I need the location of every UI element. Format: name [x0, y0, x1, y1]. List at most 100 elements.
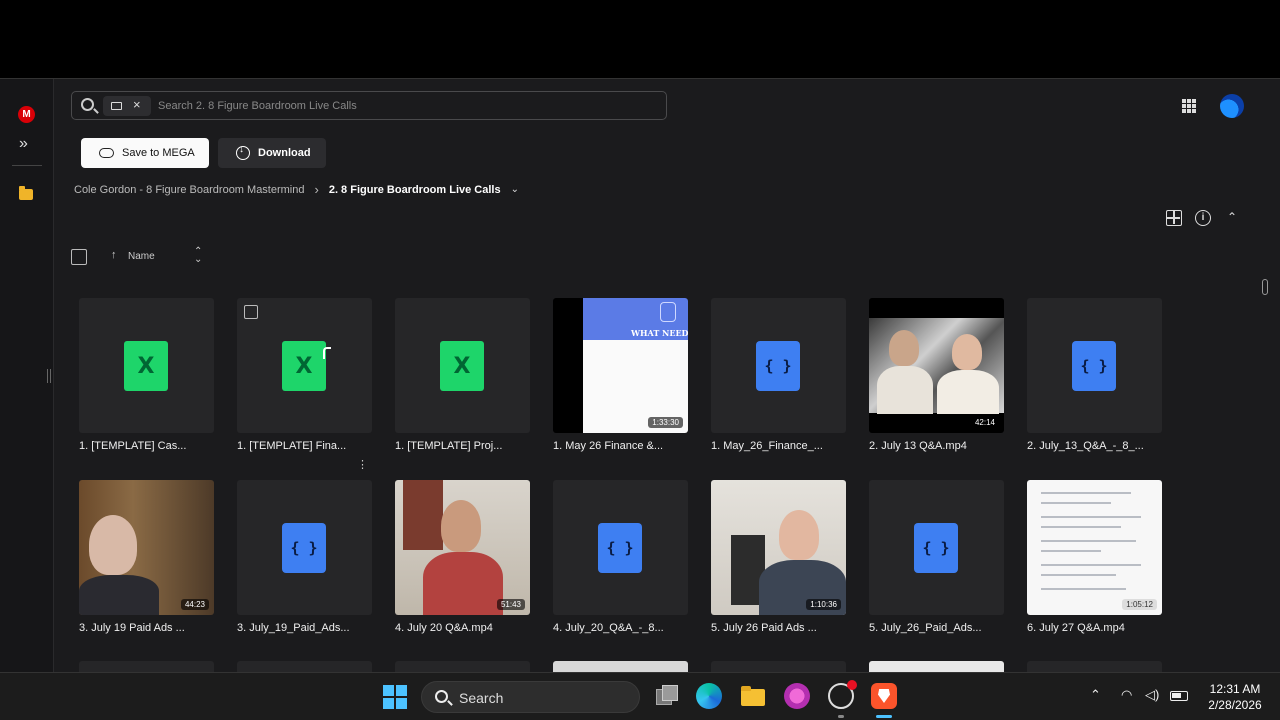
windows-taskbar: Search ⌃ ◠ ◁) 12:31 AM 2/28/2026	[0, 672, 1280, 720]
person-image	[952, 334, 982, 370]
file-thumbnail: { }	[711, 298, 846, 433]
sort-label[interactable]: Name	[128, 251, 155, 262]
thumbnail-text: WHAT NEED	[631, 328, 688, 338]
select-all-checkbox[interactable]	[71, 249, 87, 265]
chevron-down-icon[interactable]: ⌄	[511, 184, 519, 195]
person-image	[779, 510, 819, 560]
video-duration: 44:23	[180, 599, 209, 610]
active-app-indicator	[876, 715, 892, 718]
person-image	[89, 515, 137, 575]
sidebar-resize-handle[interactable]	[47, 369, 51, 383]
person-image	[441, 500, 481, 552]
taskbar-search[interactable]: Search	[421, 681, 640, 713]
file-tile-partial[interactable]	[237, 661, 372, 672]
file-explorer-icon[interactable]	[740, 683, 766, 709]
video-duration: 42:14	[970, 417, 999, 428]
clock-time: 12:31 AM	[1209, 682, 1261, 696]
file-tile[interactable]: 44:23 3. July 19 Paid Ads ...	[79, 480, 214, 634]
file-tile[interactable]: { } 5. July_26_Paid_Ads...	[869, 480, 1004, 634]
folder-icon	[111, 102, 122, 110]
volume-icon[interactable]: ◁)	[1145, 687, 1159, 703]
cloud-drive-folder-icon[interactable]	[19, 186, 33, 200]
brave-browser-icon[interactable]	[871, 683, 897, 709]
file-tile-partial[interactable]	[1027, 661, 1162, 672]
wifi-icon[interactable]: ◠	[1121, 687, 1132, 703]
file-thumbnail: { }	[1027, 298, 1162, 433]
brain-app-icon[interactable]	[784, 683, 810, 709]
file-name: 1. May 26 Finance &...	[553, 440, 664, 452]
info-icon[interactable]: i	[1195, 210, 1211, 226]
search-bar[interactable]: ×	[71, 91, 667, 120]
code-icon: { }	[1072, 341, 1116, 391]
apps-grid-icon[interactable]	[1182, 99, 1196, 113]
collapse-up-icon[interactable]: ⌃	[1224, 210, 1240, 226]
person-image	[889, 330, 919, 366]
grid-view-icon[interactable]	[1166, 210, 1182, 226]
clear-scope-icon[interactable]: ×	[133, 97, 141, 112]
person-image	[79, 575, 159, 615]
search-input[interactable]	[158, 97, 638, 115]
task-view-icon[interactable]	[654, 683, 680, 709]
download-icon	[236, 144, 250, 160]
sort-ascending-icon[interactable]: ↑	[111, 249, 117, 261]
breadcrumb-parent[interactable]: Cole Gordon - 8 Figure Boardroom Masterm…	[74, 184, 304, 196]
file-tile[interactable]: X 1. [TEMPLATE] Proj...	[395, 298, 530, 452]
video-thumbnail: 1:05:12	[1027, 480, 1162, 615]
system-clock[interactable]: 12:31 AM 2/28/2026	[1200, 681, 1270, 713]
more-options-icon[interactable]: ⋮	[357, 458, 368, 471]
file-tile[interactable]: 51:43 4. July 20 Q&A.mp4	[395, 480, 530, 634]
xls-icon: X	[282, 341, 326, 391]
battery-icon[interactable]	[1170, 691, 1188, 701]
file-tile[interactable]: 1:10:36 5. July 26 Paid Ads ...	[711, 480, 846, 634]
mega-logo-icon[interactable]: M	[18, 106, 35, 123]
expand-sidebar-icon[interactable]: »	[19, 135, 28, 153]
video-still	[869, 318, 1004, 414]
code-icon: { }	[598, 523, 642, 573]
file-tile[interactable]: { } 2. July_13_Q&A_-_8_...	[1027, 298, 1162, 452]
doc-line	[1041, 550, 1101, 552]
file-tile[interactable]: { } 3. July_19_Paid_Ads...	[237, 480, 372, 634]
doc-line	[1041, 564, 1141, 566]
file-tile[interactable]: X 1. [TEMPLATE] Fina... ⋮	[237, 298, 372, 471]
vertical-scrollbar[interactable]	[1262, 279, 1268, 295]
file-tile[interactable]: 1:05:12 6. July 27 Q&A.mp4	[1027, 480, 1162, 634]
code-icon: { }	[914, 523, 958, 573]
file-tile-partial[interactable]	[553, 661, 688, 672]
sort-toggle-icon[interactable]: ⌃ ⌄	[194, 247, 202, 265]
file-name: 6. July 27 Q&A.mp4	[1027, 622, 1125, 634]
breadcrumb-separator-icon: ›	[314, 182, 319, 197]
save-to-mega-button[interactable]: Save to MEGA	[81, 138, 209, 168]
file-tile-partial[interactable]	[711, 661, 846, 672]
file-tile-partial[interactable]	[869, 661, 1004, 672]
save-to-mega-label: Save to MEGA	[122, 147, 195, 159]
breadcrumb: Cole Gordon - 8 Figure Boardroom Masterm…	[74, 182, 519, 197]
download-button[interactable]: Download	[218, 138, 326, 168]
file-tile[interactable]: WHAT NEED 1:33:30 1. May 26 Finance &...	[553, 298, 688, 452]
file-tile-partial[interactable]	[395, 661, 530, 672]
sidebar-rail: M »	[0, 79, 54, 672]
edge-browser-icon[interactable]	[696, 683, 722, 709]
code-icon: { }	[756, 341, 800, 391]
file-name: 3. July_19_Paid_Ads...	[237, 622, 350, 634]
show-hidden-icons-icon[interactable]: ⌃	[1090, 687, 1101, 703]
file-tile[interactable]: X 1. [TEMPLATE] Cas...	[79, 298, 214, 452]
doc-line	[1041, 526, 1121, 528]
video-duration: 1:05:12	[1122, 599, 1157, 610]
doc-line	[1041, 540, 1136, 542]
select-file-checkbox[interactable]	[244, 305, 258, 319]
file-tile-partial[interactable]	[79, 661, 214, 672]
doc-line	[1041, 588, 1126, 590]
code-icon: { }	[282, 523, 326, 573]
person-image	[937, 370, 999, 414]
chatgpt-icon[interactable]	[828, 680, 857, 709]
file-tile[interactable]: 42:14 2. July 13 Q&A.mp4	[869, 298, 1004, 452]
folder-scope-chip[interactable]: ×	[103, 96, 151, 116]
file-tile[interactable]: { } 1. May_26_Finance_...	[711, 298, 846, 452]
xls-icon: X	[124, 341, 168, 391]
user-avatar[interactable]	[1220, 94, 1244, 118]
breadcrumb-current[interactable]: 2. 8 Figure Boardroom Live Calls	[329, 184, 501, 196]
mega-app: M » × Save to MEGA Download Cole Gordon …	[0, 78, 1280, 672]
logo-badge-icon	[660, 302, 676, 322]
file-tile[interactable]: { } 4. July_20_Q&A_-_8...	[553, 480, 688, 634]
windows-start-icon[interactable]	[383, 685, 407, 709]
